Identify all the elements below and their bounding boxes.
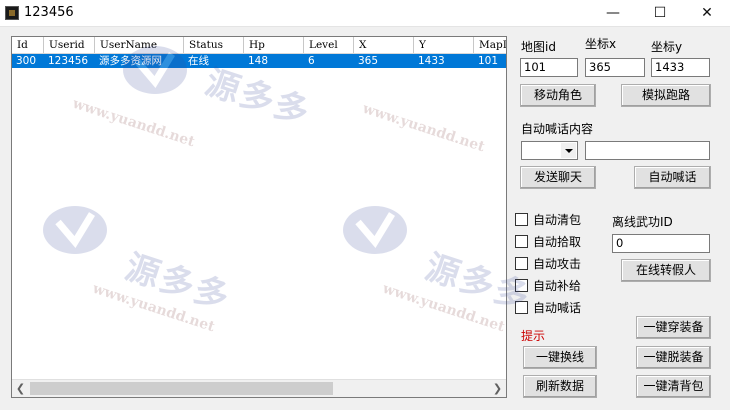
simulate-run-button[interactable]: 模拟跑路	[621, 84, 711, 107]
auto-shout-button[interactable]: 自动喊话	[634, 166, 711, 189]
scroll-right-icon[interactable]: ❯	[489, 380, 506, 397]
cell-hp: 148	[248, 55, 269, 67]
to-fake-player-button[interactable]: 在线转假人	[621, 259, 711, 282]
minimize-button[interactable]: —	[590, 0, 636, 26]
chat-channel-select[interactable]	[521, 141, 578, 160]
window-title: 123456	[24, 5, 74, 20]
auto-supply-label: 自动补给	[533, 279, 582, 293]
column-header-mapid[interactable]: MapId	[474, 37, 506, 53]
scroll-left-icon[interactable]: ❮	[12, 380, 29, 397]
column-header-id[interactable]: Id	[12, 37, 44, 53]
auto-attack-checkbox[interactable]	[515, 257, 528, 270]
chat-text-input[interactable]	[585, 141, 710, 160]
x-field[interactable]: 365	[585, 58, 645, 77]
maximize-icon: ☐	[653, 5, 667, 21]
clear-bag-button[interactable]: 一键清背包	[636, 375, 711, 398]
cell-level: 6	[308, 55, 315, 67]
unequip-all-button[interactable]: 一键脱装备	[636, 346, 711, 369]
column-header-username[interactable]: UserName	[95, 37, 184, 53]
table-row[interactable]: 300 123456 源多多资源网 在线 148 6 365 1433 101	[12, 54, 506, 68]
send-chat-button[interactable]: 发送聊天	[520, 166, 596, 189]
column-header-status[interactable]: Status	[184, 37, 244, 53]
cell-status: 在线	[188, 55, 209, 67]
switch-line-button[interactable]: 一键换线	[523, 346, 597, 369]
x-label: 坐标x	[585, 37, 617, 51]
column-header-userid[interactable]: Userid	[44, 37, 95, 53]
y-field[interactable]: 1433	[651, 58, 710, 77]
move-character-button[interactable]: 移动角色	[520, 84, 596, 107]
cell-id: 300	[16, 55, 37, 67]
shout-content-label: 自动喊话内容	[521, 122, 594, 136]
auto-clear-bag-checkbox[interactable]	[515, 213, 528, 226]
hint-label: 提示	[521, 329, 546, 343]
minimize-icon: —	[606, 5, 620, 21]
y-label: 坐标y	[651, 40, 683, 54]
offline-skill-field[interactable]: 0	[612, 234, 710, 253]
offline-skill-label: 离线武功ID	[612, 215, 673, 229]
column-header-level[interactable]: Level	[304, 37, 354, 53]
close-button[interactable]: ✕	[684, 0, 730, 26]
auto-attack-label: 自动攻击	[533, 257, 582, 271]
player-list[interactable]: Id Userid UserName Status Hp Level X Y M…	[11, 36, 507, 398]
refresh-data-button[interactable]: 刷新数据	[523, 375, 597, 398]
auto-supply-checkbox[interactable]	[515, 279, 528, 292]
equip-all-button[interactable]: 一键穿装备	[636, 316, 711, 339]
cell-mapid: 101	[478, 55, 499, 67]
column-header-hp[interactable]: Hp	[244, 37, 304, 53]
title-separator	[0, 26, 730, 27]
auto-clear-bag-label: 自动清包	[533, 213, 582, 227]
column-header-x[interactable]: X	[354, 37, 414, 53]
cell-x: 365	[358, 55, 379, 67]
auto-shout-checkbox[interactable]	[515, 301, 528, 314]
horizontal-scrollbar[interactable]: ❮ ❯	[12, 379, 506, 397]
close-icon: ✕	[701, 5, 713, 21]
cell-userid: 123456	[48, 55, 89, 67]
cell-username: 源多多资源网	[99, 55, 162, 67]
scrollbar-thumb[interactable]	[30, 382, 333, 395]
map-id-field[interactable]: 101	[520, 58, 578, 77]
list-header: Id Userid UserName Status Hp Level X Y M…	[12, 37, 506, 54]
auto-pickup-label: 自动拾取	[533, 235, 582, 249]
maximize-button[interactable]: ☐	[637, 0, 683, 26]
auto-shout-label: 自动喊话	[533, 301, 582, 315]
app-icon	[5, 6, 19, 20]
auto-pickup-checkbox[interactable]	[515, 235, 528, 248]
column-header-y[interactable]: Y	[414, 37, 474, 53]
chevron-down-icon[interactable]	[561, 143, 576, 158]
title-bar: 123456 — ☐ ✕	[0, 0, 730, 26]
cell-y: 1433	[418, 55, 445, 67]
map-id-label: 地图id	[521, 40, 556, 54]
